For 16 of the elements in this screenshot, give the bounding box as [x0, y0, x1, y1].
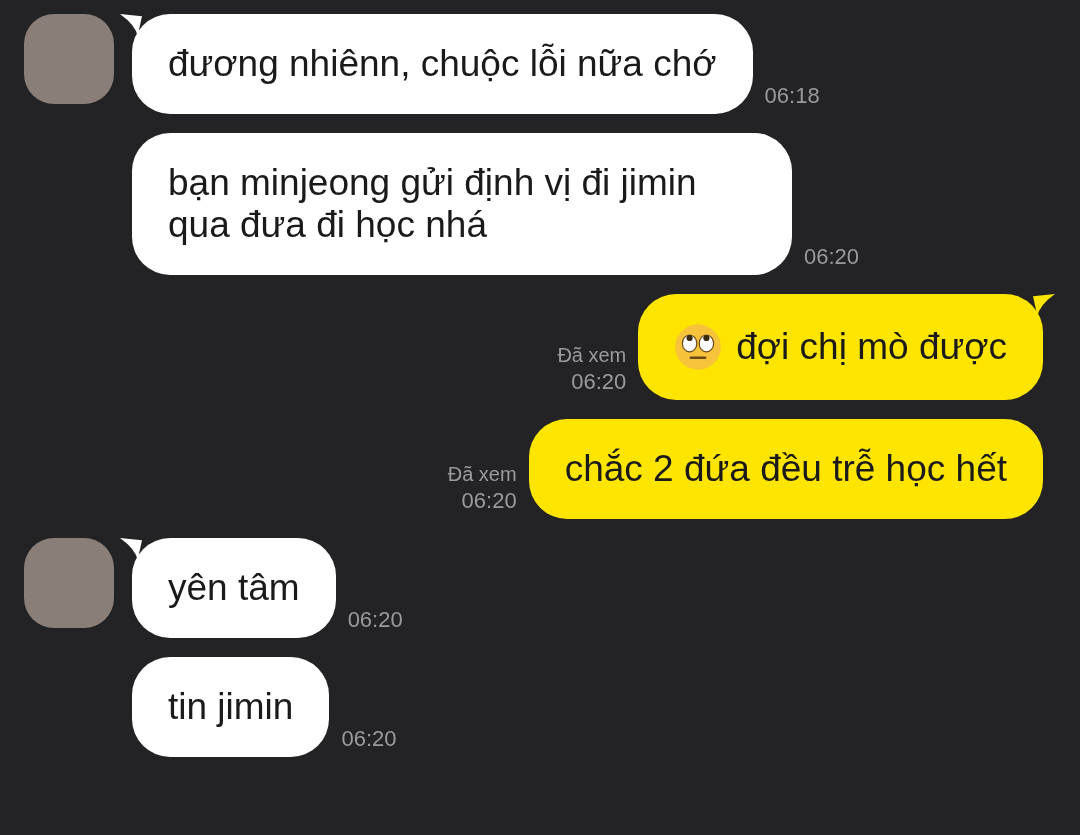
message-time: 06:18 [764, 82, 820, 110]
message-time: 06:20 [461, 487, 517, 515]
message-time: 06:20 [804, 243, 860, 271]
message-text: đương nhiênn, chuộc lỗi nữa chớ [168, 43, 717, 85]
message-text: chắc 2 đứa đều trễ học hết [564, 448, 1007, 490]
avatar-photo-placeholder[interactable] [24, 538, 114, 628]
message-time: 06:20 [571, 368, 627, 396]
message-text: đợi chị mò được [736, 326, 1007, 368]
message-text: yên tâm [168, 567, 300, 609]
message-text: tin jimin [168, 686, 294, 728]
message-time: 06:20 [347, 606, 403, 634]
read-receipt: Đã xem [447, 462, 517, 487]
avatar-photo-placeholder[interactable] [24, 14, 114, 104]
read-receipt: Đã xem [557, 343, 627, 368]
message-text: bạn minjeong gửi định vị đi jimin qua đưa đi học nhá [168, 162, 698, 246]
message-time: 06:20 [341, 725, 397, 753]
